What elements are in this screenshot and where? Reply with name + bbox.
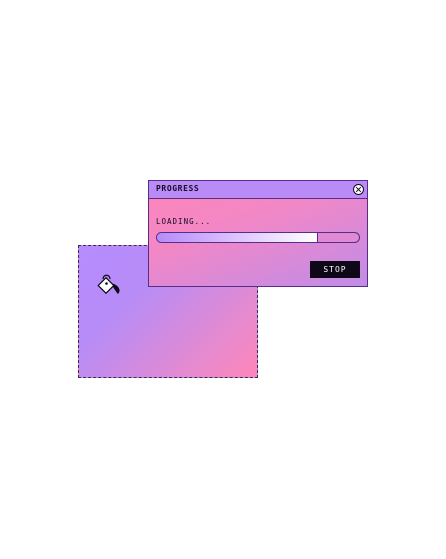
progress-bar [156,232,360,243]
close-icon [355,186,362,193]
progress-fill [157,233,318,242]
stage: PROGRESS LOADING... STOP [0,0,446,559]
paint-bucket-icon [97,274,120,295]
close-button[interactable] [353,184,364,195]
stop-button[interactable]: STOP [310,261,360,278]
dialog-title: PROGRESS [156,184,200,193]
dialog-titlebar[interactable]: PROGRESS [149,181,367,199]
status-text: LOADING... [156,217,212,226]
progress-dialog: PROGRESS LOADING... STOP [148,180,368,287]
